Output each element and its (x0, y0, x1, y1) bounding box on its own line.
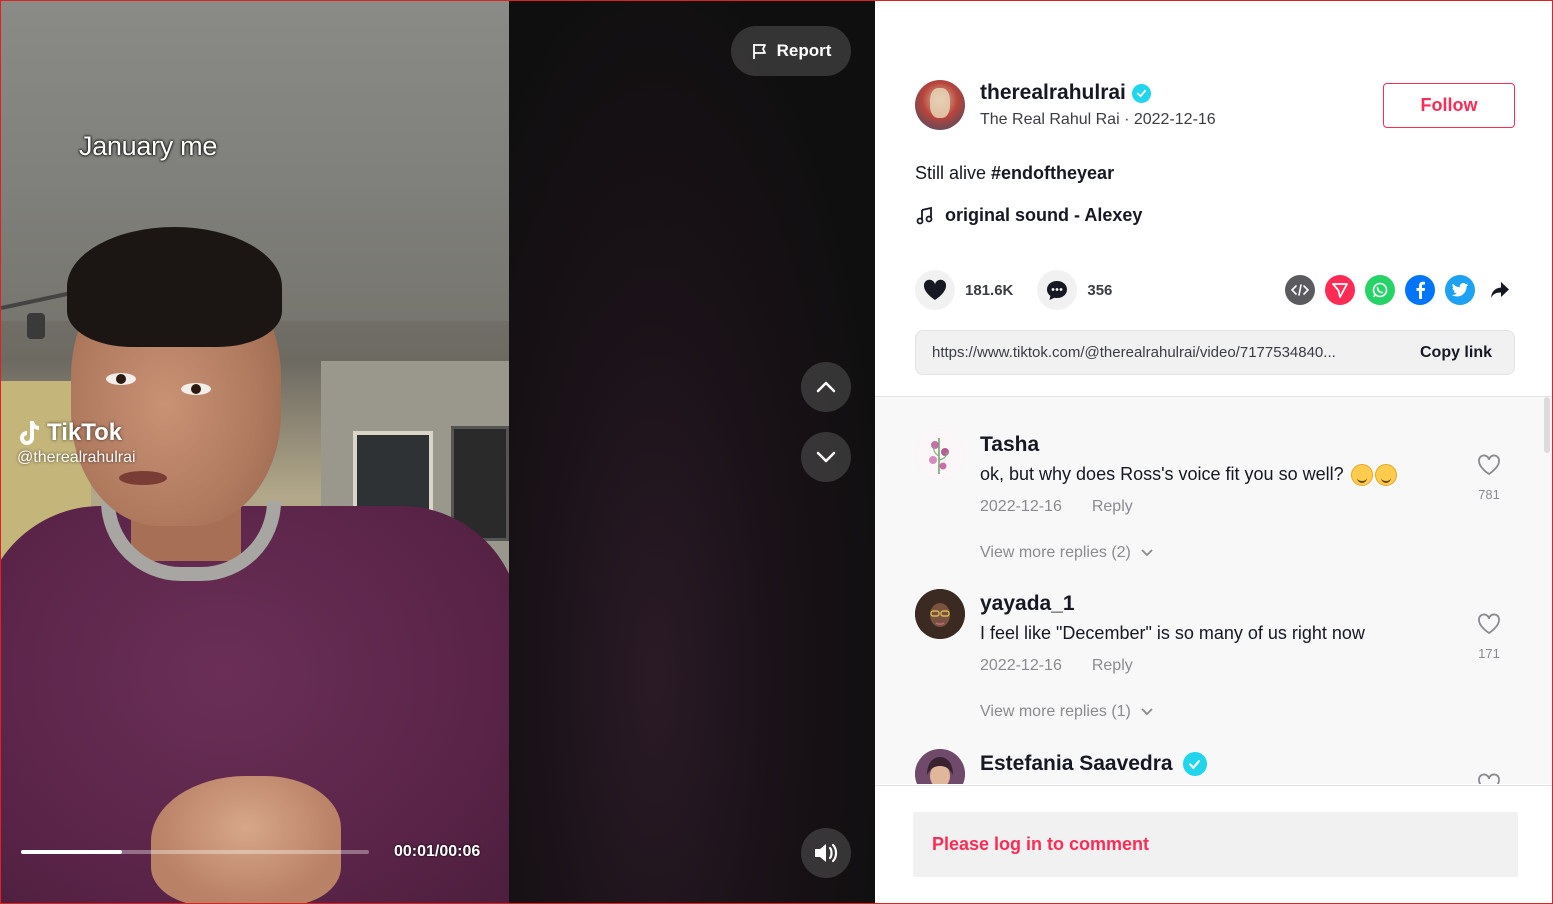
grinning-sweat-emoji-icon (1350, 464, 1373, 487)
author-subtitle: The Real Rahul Rai · 2022-12-16 (980, 111, 1216, 128)
comment-like-count: 171 (1478, 646, 1500, 661)
comment-meta: 2022-12-16 Reply (980, 498, 1133, 516)
comment-button[interactable] (1037, 270, 1078, 310)
person-avatar-icon (915, 589, 965, 639)
video-progress-bar[interactable] (21, 850, 369, 854)
video-caption-overlay: January me (79, 131, 218, 161)
video-description: Still alive #endoftheyear (915, 163, 1114, 184)
comment-username-row[interactable]: Estefania Saavedra (980, 752, 1207, 776)
comment-meta: 2022-12-16 Reply (980, 657, 1133, 675)
comment-date: 2022-12-16 (980, 498, 1062, 515)
scene-lamp (27, 313, 45, 339)
volume-icon (815, 843, 838, 863)
comment-like-count: 781 (1478, 487, 1500, 502)
facebook-icon[interactable] (1405, 275, 1435, 305)
author-avatar[interactable] (915, 80, 965, 130)
engagement-stats: 181.6K 356 (915, 269, 1136, 311)
chevron-up-icon (816, 381, 836, 393)
next-video-button[interactable] (801, 432, 851, 482)
heart-outline-icon[interactable] (1477, 613, 1501, 635)
view-more-replies-button[interactable]: View more replies (1) (980, 703, 1153, 721)
volume-button[interactable] (801, 828, 851, 878)
music-note-icon (916, 206, 933, 224)
heart-icon (923, 279, 947, 300)
send-to-friends-icon[interactable] (1325, 275, 1355, 305)
flower-avatar-icon (915, 430, 965, 480)
follow-button[interactable]: Follow (1383, 83, 1515, 128)
video-progress-fill (21, 850, 122, 854)
comment-scrollbar[interactable] (1544, 397, 1550, 453)
view-more-replies-label[interactable]: View more replies (1) (980, 703, 1131, 721)
watermark-logo: TikTok (17, 419, 136, 447)
report-button[interactable]: Report (731, 26, 851, 76)
comment-reply-button[interactable]: Reply (1092, 498, 1133, 516)
music-link[interactable]: original sound - Alexey (915, 205, 1142, 226)
comment-username[interactable]: Tasha (980, 433, 1039, 457)
comment-username[interactable]: yayada_1 (980, 592, 1075, 616)
chevron-down-icon (1141, 549, 1153, 557)
comment-text-body: ok, but why does Ross's voice fit you so… (980, 464, 1349, 484)
comment-avatar[interactable] (915, 589, 965, 639)
comment-date: 2022-12-16 (980, 657, 1062, 674)
view-more-replies-button[interactable]: View more replies (2) (980, 544, 1153, 562)
twitter-icon[interactable] (1445, 275, 1475, 305)
verified-badge-icon (1182, 752, 1207, 776)
detail-panel: therealrahulrai The Real Rahul Rai · 202… (875, 1, 1552, 903)
description-text: Still alive (915, 163, 992, 183)
comment-input-bar: Please log in to comment (875, 785, 1552, 903)
flag-icon (752, 44, 766, 59)
flushed-emoji-icon (1374, 464, 1397, 487)
comment-text: ok, but why does Ross's voice fit you so… (980, 464, 1397, 487)
video-time: 00:01/00:06 (394, 843, 481, 860)
login-to-comment-button[interactable]: Please log in to comment (913, 812, 1518, 877)
comment-avatar[interactable] (915, 749, 965, 784)
chevron-down-icon (1141, 708, 1153, 716)
comment-text: I feel like "December" is so many of us … (980, 623, 1365, 643)
share-arrow-icon[interactable] (1485, 275, 1515, 305)
comment-list[interactable]: Tasha ok, but why does Ross's voice fit … (875, 396, 1552, 784)
music-title[interactable]: original sound - Alexey (945, 205, 1142, 226)
hashtag-link[interactable]: #endoftheyear (991, 163, 1114, 183)
previous-video-button[interactable] (801, 362, 851, 412)
comment-bubble-icon (1047, 281, 1068, 300)
person-avatar-icon (915, 749, 965, 784)
person-eye-right (181, 383, 211, 395)
video-frame[interactable]: January me TikTok @therealrahulrai 00:01… (1, 1, 509, 903)
comment-count: 356 (1087, 281, 1113, 299)
person-hand (151, 776, 341, 903)
like-stat[interactable]: 181.6K (915, 270, 1013, 310)
comment-like[interactable] (1475, 773, 1503, 784)
comment-like[interactable]: 171 (1475, 613, 1503, 661)
chevron-down-icon (816, 451, 836, 463)
person-mouth (119, 471, 167, 485)
comment-reply-button[interactable]: Reply (1092, 657, 1133, 675)
share-link-url[interactable]: https://www.tiktok.com/@therealrahulrai/… (916, 344, 1396, 361)
whatsapp-icon[interactable] (1365, 275, 1395, 305)
watermark-brand: TikTok (47, 419, 123, 446)
like-count: 181.6K (965, 281, 1014, 299)
watermark-username: @therealrahulrai (17, 449, 136, 466)
author-username[interactable]: therealrahulrai (980, 81, 1126, 105)
video-player[interactable]: January me TikTok @therealrahulrai 00:01… (1, 1, 875, 903)
view-more-replies-label[interactable]: View more replies (2) (980, 544, 1131, 562)
heart-outline-icon[interactable] (1477, 454, 1501, 476)
verified-badge-icon (1131, 83, 1151, 103)
embed-icon[interactable] (1285, 275, 1315, 305)
heart-outline-icon[interactable] (1477, 773, 1501, 784)
share-link-box: https://www.tiktok.com/@therealrahulrai/… (915, 330, 1515, 375)
copy-link-button[interactable]: Copy link (1420, 344, 1492, 362)
comment-stat[interactable]: 356 (1037, 270, 1112, 310)
person-hair (67, 227, 282, 347)
comment-avatar[interactable] (915, 430, 965, 480)
person-eye-left (106, 373, 136, 385)
report-label: Report (776, 41, 832, 60)
share-icons (1285, 275, 1515, 305)
tiktok-logo-icon (20, 421, 39, 445)
tiktok-watermark: TikTok @therealrahulrai (17, 419, 136, 467)
author-username-row[interactable]: therealrahulrai (980, 81, 1151, 105)
comment-like[interactable]: 781 (1475, 454, 1503, 502)
comment-username[interactable]: Estefania Saavedra (980, 752, 1173, 776)
like-button[interactable] (915, 270, 955, 310)
